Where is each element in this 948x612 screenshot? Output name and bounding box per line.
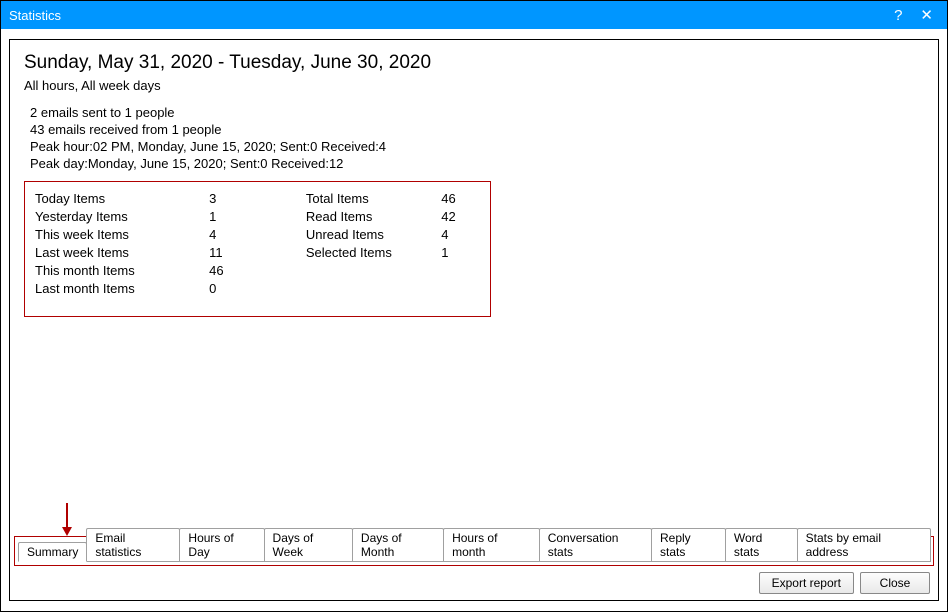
item-value: 3 — [209, 190, 306, 208]
item-value: 11 — [209, 244, 306, 262]
summary-block: 2 emails sent to 1 people 43 emails rece… — [24, 105, 924, 171]
tab-conversation-stats[interactable]: Conversation stats — [539, 528, 652, 562]
item-value: 4 — [441, 226, 480, 244]
help-icon[interactable]: ? — [894, 7, 902, 24]
statistics-window: Statistics ? ✕ Sunday, May 31, 2020 - Tu… — [0, 0, 948, 612]
items-table-highlight: Today Items Yesterday Items This week It… — [24, 181, 491, 317]
item-value: 46 — [209, 262, 306, 280]
summary-line: 2 emails sent to 1 people — [30, 105, 924, 120]
item-value: 1 — [209, 208, 306, 226]
items-group-a-values: 3 1 4 11 46 0 — [209, 190, 306, 298]
item-value: 1 — [441, 244, 480, 262]
items-group-a-labels: Today Items Yesterday Items This week It… — [35, 190, 209, 298]
close-icon[interactable]: ✕ — [920, 6, 933, 24]
tab-stats-by-email-address[interactable]: Stats by email address — [797, 528, 931, 562]
tab-hours-of-day[interactable]: Hours of Day — [179, 528, 264, 562]
items-group-b-values: 46 42 4 1 — [441, 190, 480, 298]
date-range-heading: Sunday, May 31, 2020 - Tuesday, June 30,… — [24, 52, 924, 74]
item-label: Yesterday Items — [35, 208, 209, 226]
item-value: 46 — [441, 190, 480, 208]
item-label: Selected Items — [306, 244, 441, 262]
item-label: This week Items — [35, 226, 209, 244]
item-value: 42 — [441, 208, 480, 226]
tab-reply-stats[interactable]: Reply stats — [651, 528, 726, 562]
titlebar-controls: ? ✕ — [894, 6, 933, 24]
annotation-arrow-icon — [62, 503, 72, 536]
tab-days-of-month[interactable]: Days of Month — [352, 528, 444, 562]
tabstrip: Summary Email statistics Hours of Day Da… — [18, 540, 930, 562]
item-label: Today Items — [35, 190, 209, 208]
footer-buttons: Export report Close — [759, 572, 930, 594]
item-label: Read Items — [306, 208, 441, 226]
tab-days-of-week[interactable]: Days of Week — [264, 528, 353, 562]
window-title: Statistics — [9, 8, 61, 23]
summary-line: Peak day:Monday, June 15, 2020; Sent:0 R… — [30, 156, 924, 171]
tab-hours-of-month[interactable]: Hours of month — [443, 528, 540, 562]
tab-email-statistics[interactable]: Email statistics — [86, 528, 180, 562]
item-value: 0 — [209, 280, 306, 298]
item-label: Last month Items — [35, 280, 209, 298]
items-group-b-labels: Total Items Read Items Unread Items Sele… — [306, 190, 441, 298]
tabs-highlight: Summary Email statistics Hours of Day Da… — [14, 536, 934, 566]
item-label: Total Items — [306, 190, 441, 208]
content-panel: Sunday, May 31, 2020 - Tuesday, June 30,… — [9, 39, 939, 601]
item-value: 4 — [209, 226, 306, 244]
titlebar: Statistics ? ✕ — [1, 1, 947, 29]
filter-subheading: All hours, All week days — [24, 78, 924, 93]
summary-line: 43 emails received from 1 people — [30, 122, 924, 137]
export-report-button[interactable]: Export report — [759, 572, 854, 594]
item-label: Last week Items — [35, 244, 209, 262]
close-button[interactable]: Close — [860, 572, 930, 594]
tab-summary[interactable]: Summary — [18, 542, 87, 562]
tab-word-stats[interactable]: Word stats — [725, 528, 798, 562]
item-label: Unread Items — [306, 226, 441, 244]
summary-line: Peak hour:02 PM, Monday, June 15, 2020; … — [30, 139, 924, 154]
item-label: This month Items — [35, 262, 209, 280]
